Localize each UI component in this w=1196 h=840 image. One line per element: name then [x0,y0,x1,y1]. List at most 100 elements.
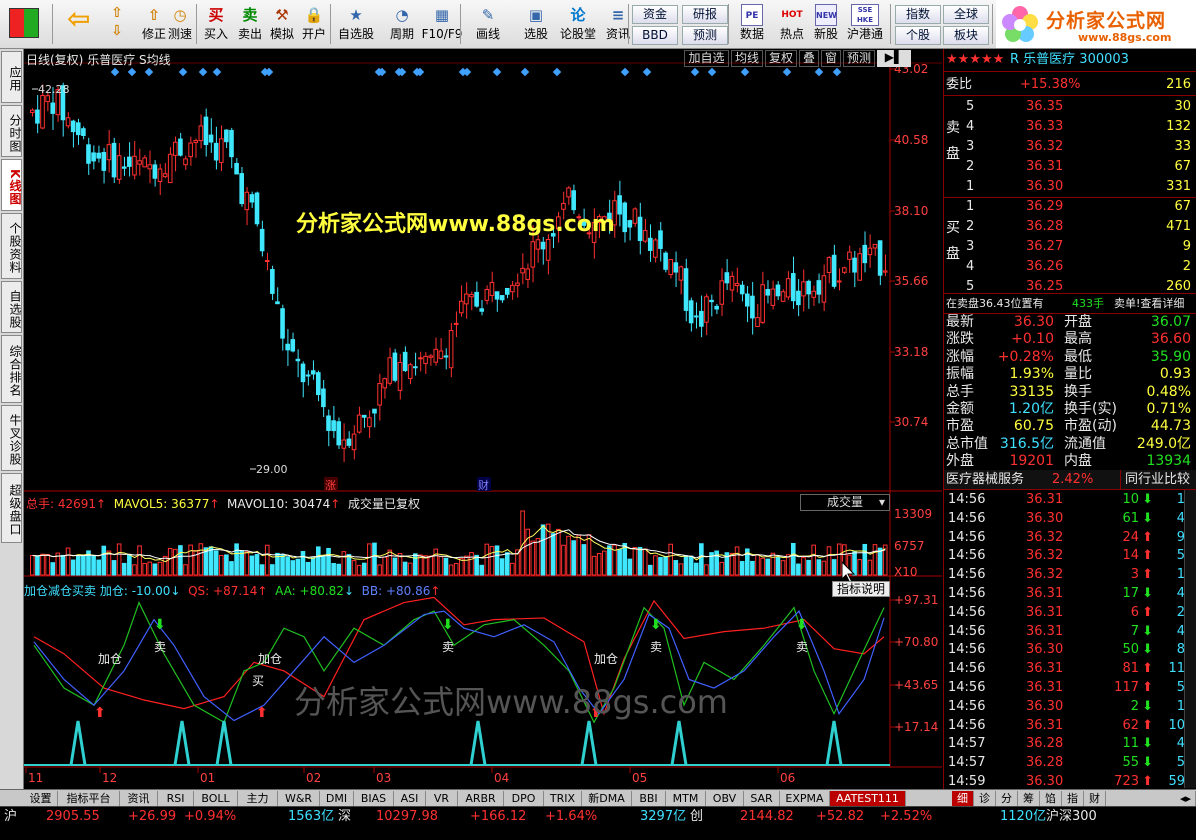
left-tab-0[interactable]: 应用 [1,51,22,103]
indicator-axis-label: +43.65 [894,678,938,692]
bottom-tab-boll[interactable]: BOLL [194,791,238,806]
left-tab-7[interactable]: 超级盘口 [1,473,22,543]
candle-body [882,270,888,273]
left-tab-4[interactable]: 自选股 [1,281,22,333]
index-button[interactable]: 指数 [895,5,941,24]
left-tab-3[interactable]: 个股资料 [1,213,22,279]
side-tab-1[interactable]: 诊 [974,791,996,806]
volume-bar [300,551,306,576]
volume-bar [229,561,234,576]
bottom-tab-主力[interactable]: 主力 [238,791,278,806]
chart-header-btn-2[interactable]: 复权 [765,50,797,67]
bottom-tab-新dma[interactable]: 新DMA [582,791,632,806]
tick-time: 14:56 [948,623,986,639]
tick-price: 36.30 [1026,510,1064,526]
side-tab-3[interactable]: 筹 [1018,791,1040,806]
chart-header-btn-4[interactable]: 窗 [821,50,841,67]
simulate-button[interactable]: ⚒ 模拟 [266,2,298,47]
simulate-button-label: 模拟 [269,27,294,41]
hot-button[interactable]: HOT 热点 [774,2,810,47]
stat-value: 1.93% [1009,366,1054,383]
open-account-button[interactable]: 🔒 开户 [298,2,330,47]
bottom-tab-expma[interactable]: EXPMA [780,791,830,806]
app-menu-icon[interactable] [4,2,44,47]
buy-button[interactable]: 买买入 [200,2,232,47]
bottom-tab-aatest111[interactable]: AATEST111 [830,791,906,806]
side-tab-5[interactable]: 指 [1062,791,1084,806]
bottom-tab-设置[interactable]: 设置 [24,791,58,806]
tick-scrollbar[interactable] [1184,490,1196,788]
hk-connect-button[interactable]: SSE HKE 沪港通 [842,2,888,47]
indicator-help-button[interactable]: 指标说明 [832,581,890,597]
stock-pick-button[interactable]: ▣ 选股 [514,2,558,47]
side-tab-6[interactable]: 财 [1084,791,1106,806]
forum-button[interactable]: 论论股堂 [556,2,600,47]
bottom-tab-asi[interactable]: ASI [394,791,426,806]
f10-button[interactable]: ▦ F10/F9 [420,2,464,47]
bottom-tab-arbr[interactable]: ARBR [458,791,504,806]
tick-price: 36.31 [1026,492,1064,507]
draw-line-button[interactable]: ✎ 画线 [466,2,510,47]
period-button[interactable]: ◔ 周期 [380,2,424,47]
bottom-tab-bias[interactable]: BIAS [354,791,394,806]
yanbao-button[interactable]: 研报 [682,5,728,24]
big-order-note[interactable]: 在卖盘36.43位置有 433手 卖单!查看详细 [944,294,1196,313]
side-tab-2[interactable]: 分 [996,791,1018,806]
bottom-tab-rsi[interactable]: RSI [158,791,194,806]
bottom-tab-trix[interactable]: TRIX [544,791,582,806]
stock-button[interactable]: 个股 [895,26,941,45]
chart-header-btn-3[interactable]: 叠 [799,50,819,67]
candle-body [699,310,704,327]
candle-body [530,241,536,268]
bottom-tab-w&r[interactable]: W&R [278,791,320,806]
back-arrow-icon[interactable]: ⇦ [60,2,96,47]
news-button[interactable]: ≡ 资讯 [596,2,640,47]
bottom-tab-dmi[interactable]: DMI [320,791,354,806]
chart-header-btn-5[interactable]: 预测 [843,50,875,67]
chart-header-btn-1[interactable]: 均线 [731,50,763,67]
stat-value: 1.20亿 [1008,401,1054,417]
candle-body [484,288,490,301]
candle-body [106,144,112,161]
side-tab-4[interactable]: 馅 [1040,791,1062,806]
bottom-tab-sar[interactable]: SAR [744,791,780,806]
side-tab-0[interactable]: 细 [952,791,974,806]
up-down-arrows-icon[interactable]: ⇧ ⇩ [102,2,132,47]
bottom-tab-指标平台[interactable]: 指标平台 [58,791,120,806]
left-tab-5[interactable]: 综合排名 [1,335,22,403]
mark-cai[interactable]: 财 [478,478,489,492]
data-button[interactable]: PE 数据 [734,2,770,47]
sell-button[interactable]: 卖卖出 [234,2,266,47]
left-tab-1[interactable]: 分时图 [1,105,22,157]
bottom-tab-mtm[interactable]: MTM [666,791,706,806]
candle-body [474,291,479,307]
watchlist-button[interactable]: ★ 自选股 [334,2,378,47]
bottom-tab-bbi[interactable]: BBI [632,791,666,806]
left-tab-2[interactable]: K线图 [1,159,22,211]
left-tab-6[interactable]: 牛叉诊股 [1,405,22,471]
tabbar-scroll-icon[interactable]: ◂▸ [1176,791,1196,806]
bid-level: 4 [966,259,975,274]
signal-label-add: 加仓 [258,652,282,666]
yuce-button[interactable]: 预测 [682,26,728,45]
bottom-tab-dpo[interactable]: DPO [504,791,544,806]
candle-body [658,230,663,249]
compare-button[interactable]: 同行业比较 [1120,470,1190,489]
sector-button[interactable]: 板块 [943,26,989,45]
new-stock-button[interactable]: NEW 新股 [808,2,844,47]
chart-header-btn-0[interactable]: 加自选 [684,50,729,67]
bottom-tab-vr[interactable]: VR [426,791,458,806]
candle-body [218,138,224,163]
bottom-tab-obv[interactable]: OBV [706,791,744,806]
speed-test-button[interactable]: ◷ 测速 [164,2,196,47]
bottom-tab-资讯[interactable]: 资讯 [120,791,158,806]
ask-price: 36.35 [1026,99,1064,114]
chart-expand-icon[interactable]: ▶▌ [877,50,911,67]
mark-zhang[interactable]: 涨 [325,479,336,492]
global-button[interactable]: 全球 [943,5,989,24]
signal-label-buy: 买 [252,674,264,688]
chart-canvas[interactable]: 43.0240.5838.1035.6633.1830.7442.2829.00… [24,49,942,790]
candle-body [45,95,50,103]
speed-test-button-label: 测速 [167,27,192,41]
indicator-select[interactable]: 成交量 ▾ [800,494,890,511]
